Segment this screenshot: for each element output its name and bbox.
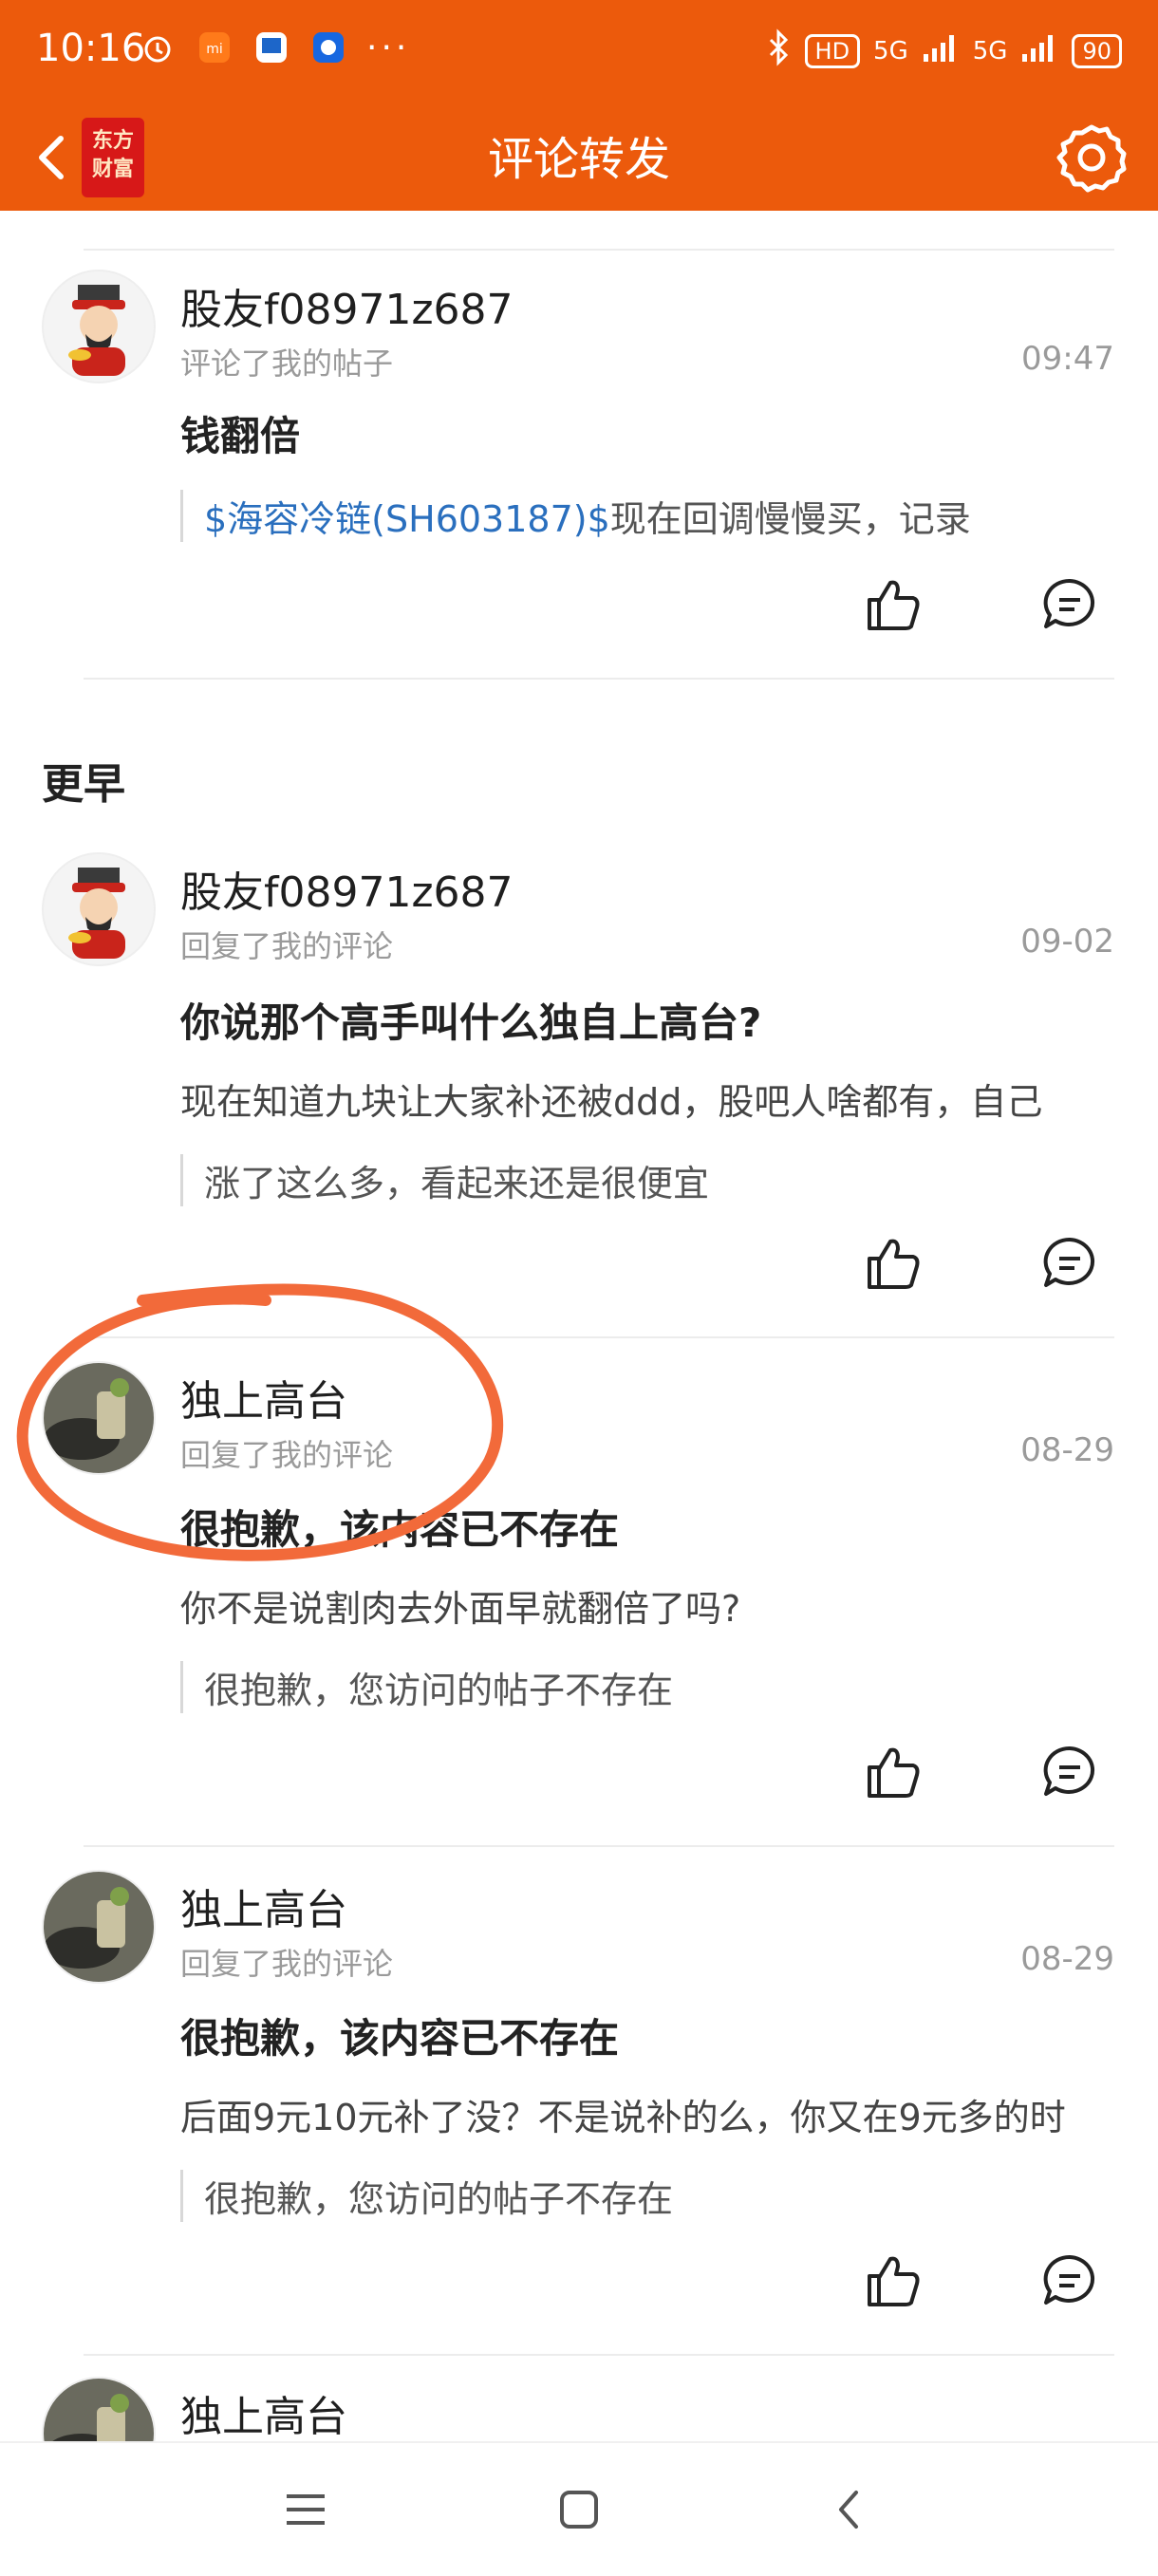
- username[interactable]: 股友f08971z687: [180, 275, 514, 336]
- action-text: 回复了我的评论: [180, 928, 394, 964]
- avatar[interactable]: [42, 1361, 156, 1475]
- comment-text[interactable]: 你说那个高手叫什么独自上高台?: [180, 991, 761, 1049]
- network-5g-label-2: 5G: [972, 36, 1008, 65]
- settings-button[interactable]: [1052, 118, 1131, 197]
- more-notifications-icon: ···: [366, 28, 411, 67]
- system-back-button[interactable]: [822, 2481, 879, 2538]
- signal-icon-2: [1020, 31, 1058, 70]
- svg-text:mi: mi: [206, 42, 223, 57]
- comment-button[interactable]: [1038, 2249, 1101, 2312]
- photo-avatar-icon: [44, 1363, 154, 1473]
- timestamp: 09-02: [1020, 923, 1114, 961]
- home-button[interactable]: [551, 2481, 607, 2538]
- like-button[interactable]: [862, 573, 925, 636]
- action-text: 回复了我的评论: [180, 1946, 394, 1982]
- quoted-post[interactable]: $海容冷链(SH603187)$现在回调慢慢买，记录: [180, 490, 1125, 542]
- photo-avatar-icon: [44, 1872, 154, 1982]
- network-5g-label-1: 5G: [873, 36, 908, 65]
- timestamp: 08-29: [1020, 1940, 1114, 1978]
- bluetooth-icon: [767, 28, 792, 73]
- quoted-post-text: 现在回调慢慢买，记录: [609, 498, 971, 540]
- comment-bubble-icon: [1043, 578, 1094, 628]
- comment-bubble-icon: [1043, 1745, 1094, 1796]
- hd-badge: HD: [804, 33, 861, 68]
- thumbs-up-icon: [868, 580, 920, 630]
- like-button[interactable]: [862, 2249, 925, 2312]
- quoted-comment[interactable]: 涨了这么多，看起来还是很便宜: [180, 1154, 1125, 1206]
- god-of-wealth-avatar-icon: [68, 868, 125, 959]
- back-triangle-icon: [839, 2491, 858, 2529]
- avatar[interactable]: [42, 1870, 156, 1984]
- comment-text[interactable]: 很抱歉，该内容已不存在: [180, 1498, 619, 1556]
- top-bar: 10:16 mi ··· HD 5G 5G 90 东方 财富 评论转发: [0, 0, 1158, 211]
- list-divider: [84, 1336, 1114, 1338]
- comment-bubble-icon: [1043, 2254, 1094, 2305]
- list-divider: [84, 678, 1114, 680]
- avatar[interactable]: [42, 852, 156, 966]
- stock-link[interactable]: $海容冷链(SH603187)$: [204, 498, 610, 540]
- mi-app-icon: mi: [196, 28, 233, 66]
- browser-app-icon: [309, 28, 347, 66]
- god-of-wealth-avatar-icon: [68, 285, 125, 376]
- like-button[interactable]: [862, 1741, 925, 1803]
- home-square-icon: [560, 2491, 598, 2529]
- system-navigation-bar: [0, 2441, 1158, 2576]
- section-header-earlier: 更早: [42, 760, 125, 809]
- menu-icon: [287, 2494, 325, 2525]
- page-title: 评论转发: [487, 133, 670, 186]
- bank-app-icon: [252, 28, 290, 66]
- list-divider: [84, 1845, 1114, 1847]
- list-divider: [84, 249, 1114, 251]
- comment-button[interactable]: [1038, 1741, 1101, 1803]
- username[interactable]: 独上高台: [180, 1876, 347, 1936]
- comment-button[interactable]: [1038, 573, 1101, 636]
- avatar[interactable]: [42, 270, 156, 383]
- comment-text[interactable]: 钱翻倍: [180, 404, 300, 462]
- status-right: HD 5G 5G 90: [767, 28, 1122, 73]
- alarm-icon: [139, 28, 177, 66]
- battery-icon: 90: [1072, 33, 1122, 68]
- comment-bubble-icon: [1043, 1237, 1094, 1287]
- timestamp: 09:47: [1021, 340, 1114, 378]
- reply-text[interactable]: 你不是说割肉去外面早就翻倍了吗?: [180, 1579, 1116, 1632]
- signal-icon-1: [922, 31, 960, 70]
- quoted-comment[interactable]: 很抱歉，您访问的帖子不存在: [180, 2170, 1125, 2222]
- action-text: 回复了我的评论: [180, 1437, 394, 1473]
- reply-text[interactable]: 后面9元10元补了没？不是说补的么，你又在9元多的时: [180, 2088, 1116, 2140]
- comment-text[interactable]: 很抱歉，该内容已不存在: [180, 2007, 619, 2064]
- action-text: 评论了我的帖子: [180, 345, 394, 382]
- thumbs-up-icon: [868, 2256, 920, 2306]
- username[interactable]: 独上高台: [180, 2382, 347, 2443]
- thumbs-up-icon: [868, 1747, 920, 1798]
- quoted-comment[interactable]: 很抱歉，您访问的帖子不存在: [180, 1661, 1125, 1713]
- comment-button[interactable]: [1038, 1232, 1101, 1295]
- list-divider: [84, 2354, 1114, 2356]
- username[interactable]: 独上高台: [180, 1367, 347, 1428]
- menu-button[interactable]: [277, 2481, 334, 2538]
- gear-icon: [1056, 124, 1127, 193]
- status-bar: 10:16 mi ··· HD 5G 5G 90: [0, 0, 1158, 104]
- status-notification-icons: mi ···: [139, 28, 410, 67]
- timestamp: 08-29: [1020, 1431, 1114, 1469]
- thumbs-up-icon: [868, 1239, 920, 1289]
- like-button[interactable]: [862, 1232, 925, 1295]
- nav-bar: 东方 财富 评论转发: [0, 104, 1158, 211]
- username[interactable]: 股友f08971z687: [180, 858, 514, 919]
- status-time: 10:16: [36, 27, 146, 70]
- reply-text[interactable]: 现在知道九块让大家补还被ddd，股吧人啥都有，自己: [180, 1073, 1116, 1125]
